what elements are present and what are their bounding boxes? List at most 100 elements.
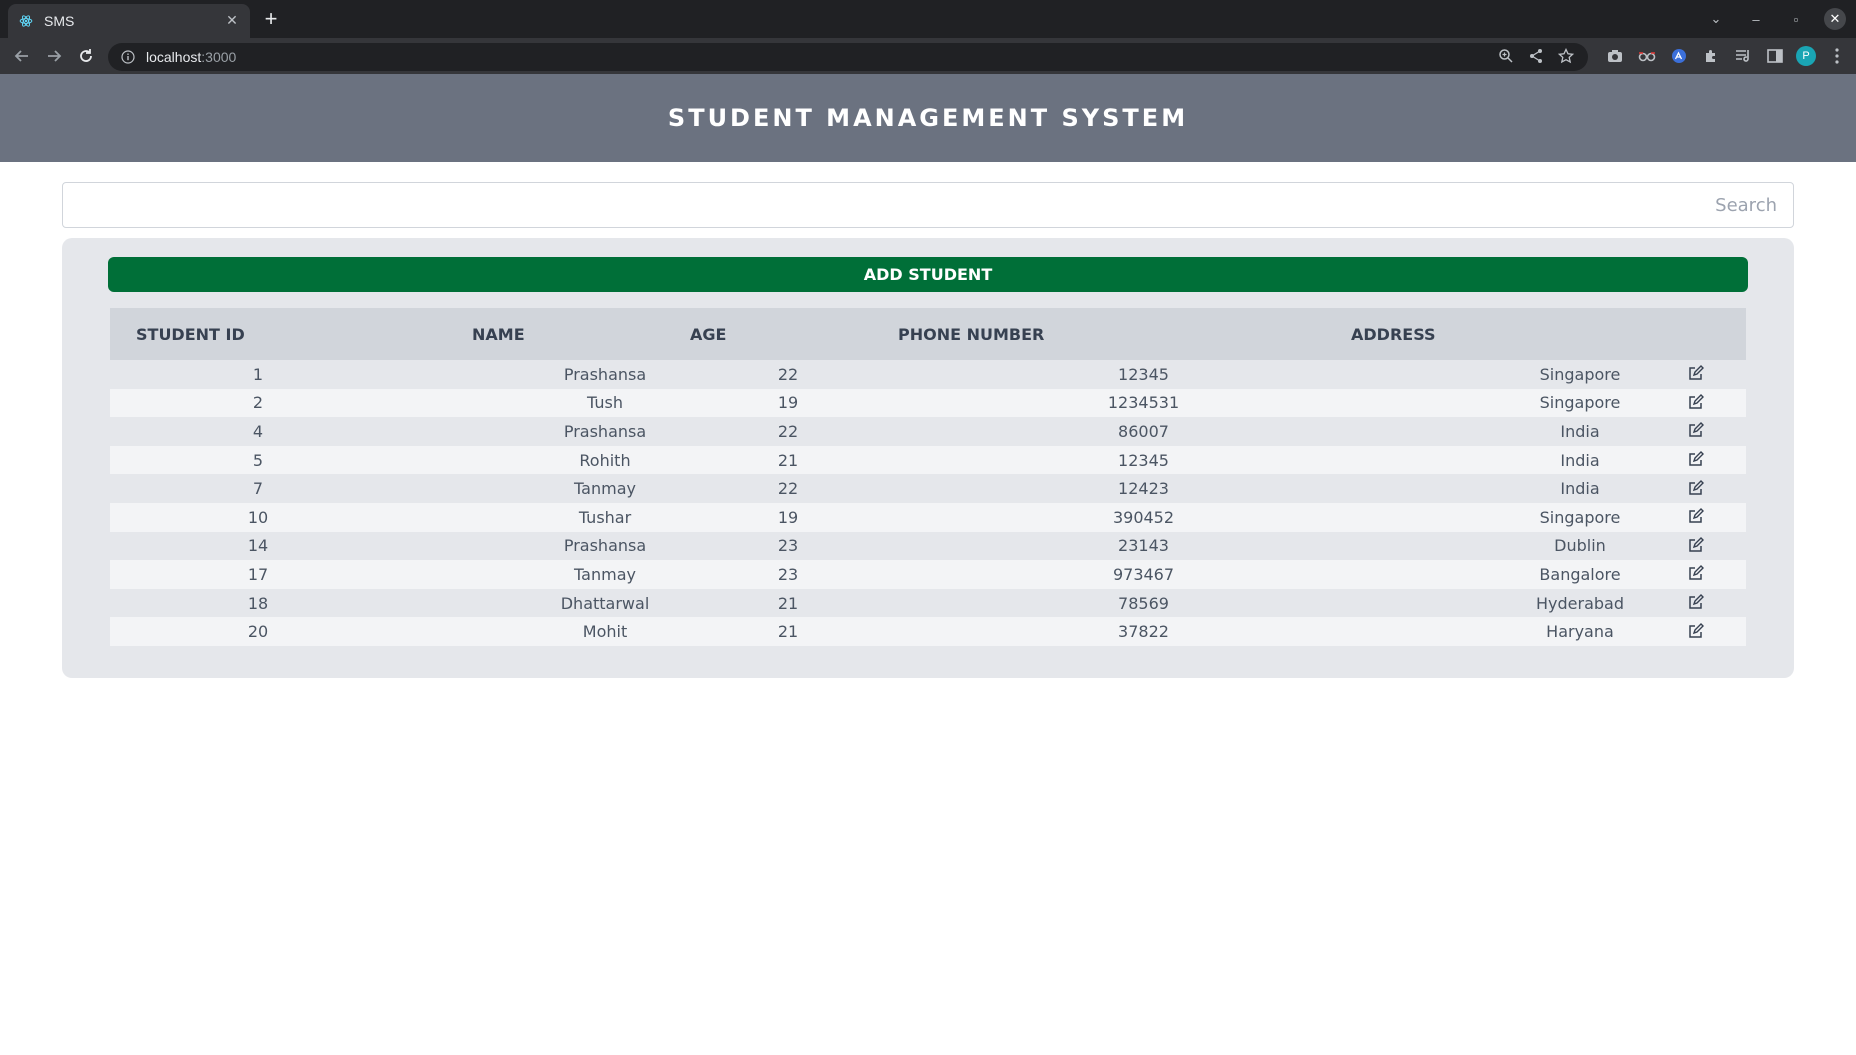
cell-age: 22 — [777, 479, 799, 499]
cell-student-id: 7 — [252, 479, 264, 499]
cell-address: Dublin — [1554, 536, 1606, 556]
edit-icon[interactable] — [1686, 563, 1706, 583]
cell-address: Singapore — [1539, 507, 1621, 527]
profile-avatar[interactable]: P — [1796, 46, 1816, 66]
address-bar[interactable]: localhost:3000 — [108, 43, 1588, 71]
cell-actions — [1645, 503, 1746, 532]
glasses-extension-icon[interactable] — [1636, 42, 1658, 70]
cell-student-id: 5 — [252, 450, 264, 470]
tab-close-icon[interactable]: ✕ — [224, 13, 240, 29]
cell-age: 19 — [777, 507, 799, 527]
students-table: STUDENT ID NAME AGE PHONE NUMBER ADDRESS… — [110, 308, 1746, 646]
students-panel: ADD STUDENT STUDENT ID NAME AGE PHONE NU… — [62, 238, 1794, 678]
cell-actions — [1645, 360, 1746, 389]
cell-phone-number: 12345 — [1118, 364, 1169, 384]
cell-name: Prashansa — [563, 421, 647, 441]
reload-icon[interactable] — [72, 42, 100, 70]
table-row: 10 Tushar 19 390452 Singapore — [110, 502, 1746, 532]
column-header-actions — [1645, 308, 1746, 360]
tab-search-icon[interactable]: ⌄ — [1696, 11, 1736, 27]
table-row: 20 Mohit 21 37822 Haryana — [110, 617, 1746, 646]
cell-address: Singapore — [1539, 393, 1621, 413]
camera-extension-icon[interactable] — [1604, 42, 1626, 70]
cell-phone-number: 12345 — [1118, 450, 1169, 470]
cell-address: Haryana — [1546, 622, 1614, 642]
extensions-puzzle-icon[interactable] — [1700, 42, 1722, 70]
url-port: :3000 — [201, 49, 237, 65]
window-controls: ⌄ – ▫ ✕ — [1696, 8, 1850, 30]
table-row: 18 Dhattarwal 21 78569 Hyderabad — [110, 588, 1746, 618]
cell-name: Dhattarwal — [560, 593, 650, 613]
cell-name: Tush — [587, 393, 623, 413]
url-host: localhost — [146, 49, 202, 65]
cell-actions — [1645, 417, 1746, 446]
cell-address: Bangalore — [1539, 564, 1621, 584]
cell-name: Tushar — [578, 507, 632, 527]
edit-icon[interactable] — [1686, 392, 1706, 412]
table-body: 1 Prashansa 22 12345 Singapore 2 Tush 19… — [110, 360, 1746, 646]
table-row: 14 Prashansa 23 23143 Dublin — [110, 531, 1746, 561]
cell-name: Rohith — [579, 450, 631, 470]
app-header: STUDENT MANAGEMENT SYSTEM — [0, 74, 1856, 162]
cell-age: 21 — [777, 622, 799, 642]
cell-student-id: 2 — [252, 393, 264, 413]
table-row: 17 Tanmay 23 973467 Bangalore — [110, 560, 1746, 589]
cell-student-id: 14 — [247, 536, 269, 556]
edit-icon[interactable] — [1686, 535, 1706, 555]
edit-icon[interactable] — [1686, 420, 1706, 440]
cell-phone-number: 37822 — [1118, 622, 1169, 642]
cell-phone-number: 23143 — [1118, 536, 1169, 556]
edit-icon[interactable] — [1686, 506, 1706, 526]
cell-name: Prashansa — [563, 364, 647, 384]
browser-menu-icon[interactable] — [1826, 42, 1848, 70]
address-url: localhost:3000 — [146, 49, 236, 65]
cell-age: 19 — [777, 393, 799, 413]
search-box — [62, 182, 1794, 228]
forward-icon[interactable] — [40, 42, 68, 70]
cell-name: Prashansa — [563, 536, 647, 556]
new-tab-button[interactable]: + — [258, 7, 284, 33]
window-close-icon[interactable]: ✕ — [1824, 8, 1846, 30]
column-header-address: ADDRESS — [1351, 324, 1436, 344]
zoom-icon[interactable] — [1498, 48, 1514, 68]
cell-name: Tanmay — [574, 564, 636, 584]
cell-actions — [1645, 560, 1746, 589]
tab-title: SMS — [44, 13, 75, 29]
cell-actions — [1645, 474, 1746, 503]
edit-icon[interactable] — [1686, 478, 1706, 498]
browser-tab-bar: SMS ✕ + ⌄ – ▫ ✕ — [0, 0, 1856, 38]
edit-icon[interactable] — [1686, 592, 1706, 612]
cell-age: 21 — [777, 450, 799, 470]
share-icon[interactable] — [1528, 48, 1544, 68]
page-title: STUDENT MANAGEMENT SYSTEM — [667, 104, 1189, 132]
cell-address: India — [1560, 450, 1600, 470]
edit-icon[interactable] — [1686, 621, 1706, 641]
restore-icon[interactable]: ▫ — [1776, 12, 1816, 27]
media-queue-icon[interactable] — [1732, 42, 1754, 70]
cell-phone-number: 1234531 — [1107, 393, 1180, 413]
cell-actions — [1645, 446, 1746, 475]
search-input[interactable] — [63, 183, 1793, 227]
cell-actions — [1645, 617, 1746, 646]
minimize-icon[interactable]: – — [1736, 12, 1776, 27]
browser-tab[interactable]: SMS ✕ — [8, 4, 250, 38]
edit-icon[interactable] — [1686, 363, 1706, 383]
cell-address: India — [1560, 479, 1600, 499]
column-header-student-id: STUDENT ID — [136, 324, 245, 344]
table-row: 7 Tanmay 22 12423 India — [110, 474, 1746, 503]
cell-phone-number: 390452 — [1112, 507, 1175, 527]
table-row: 5 Rohith 21 12345 India — [110, 445, 1746, 475]
translate-extension-icon[interactable] — [1668, 42, 1690, 70]
side-panel-icon[interactable] — [1764, 42, 1786, 70]
back-icon[interactable] — [8, 42, 36, 70]
column-header-name: NAME — [472, 324, 525, 344]
cell-phone-number: 973467 — [1112, 564, 1175, 584]
add-student-button[interactable]: ADD STUDENT — [108, 257, 1748, 292]
edit-icon[interactable] — [1686, 449, 1706, 469]
cell-address: Hyderabad — [1536, 593, 1624, 613]
cell-student-id: 17 — [247, 564, 269, 584]
cell-student-id: 1 — [252, 364, 264, 384]
table-row: 2 Tush 19 1234531 Singapore — [110, 388, 1746, 418]
site-info-icon[interactable] — [120, 49, 136, 65]
bookmark-star-icon[interactable] — [1557, 47, 1575, 68]
